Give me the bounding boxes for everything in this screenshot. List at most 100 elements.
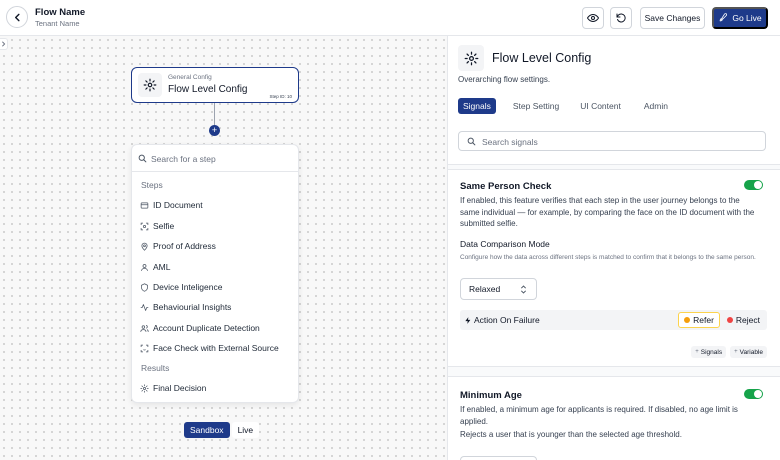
results-heading: Results	[141, 363, 170, 373]
save-changes-button[interactable]: Save Changes	[640, 7, 705, 29]
flow-name: Flow Name	[35, 7, 86, 18]
step-item-label: Behaviourial Insights	[153, 302, 232, 312]
users-icon	[139, 323, 149, 333]
action-on-failure-label-group: Action On Failure	[464, 315, 540, 325]
same-person-check-title: Same Person Check	[460, 181, 552, 192]
user-icon	[139, 262, 149, 272]
top-bar: Flow Name Tenant Name Save Changes Go Li…	[0, 0, 780, 36]
gear-icon	[143, 78, 157, 92]
id-card-icon	[139, 200, 149, 210]
action-reject-button[interactable]: Reject	[722, 312, 765, 328]
data-comparison-mode-label: Data Comparison Mode	[460, 239, 550, 249]
minimum-age-select[interactable]	[460, 456, 537, 460]
node-icon-box	[138, 73, 162, 97]
action-on-failure-row: Action On Failure Refer Reject	[460, 310, 767, 330]
search-icon	[467, 137, 476, 146]
step-item-aml[interactable]: AML	[139, 260, 294, 274]
data-comparison-mode-select[interactable]: Relaxed	[460, 278, 537, 300]
step-item-label: Device Inteligence	[153, 282, 223, 292]
shield-icon	[139, 282, 149, 292]
plus-small-icon: +	[695, 349, 699, 355]
lightning-icon	[465, 316, 471, 324]
env-live-button[interactable]: Live	[231, 422, 260, 438]
step-item-proof-of-address[interactable]: Proof of Address	[139, 239, 294, 253]
action-on-failure-label: Action On Failure	[474, 315, 540, 325]
back-button[interactable]	[6, 6, 28, 28]
variable-chip-label: Variable	[739, 348, 763, 356]
flow-canvas[interactable]: General Config Flow Level Config Step ID…	[0, 36, 447, 460]
data-comparison-mode-description: Configure how the data across different …	[460, 254, 756, 261]
variable-chip[interactable]: + Variable	[730, 346, 767, 358]
panel-title: Flow Level Config	[492, 51, 592, 65]
result-item-final-decision[interactable]: Final Decision	[139, 381, 294, 395]
panel-subtitle: Overarching flow settings.	[458, 75, 551, 84]
select-value: Relaxed	[469, 284, 501, 294]
step-item-device-intelligence[interactable]: Device Inteligence	[139, 280, 294, 294]
undo-button[interactable]	[610, 7, 632, 29]
preview-button[interactable]	[582, 7, 604, 29]
flow-title-group: Flow Name Tenant Name	[35, 7, 85, 28]
step-item-account-duplicate-detection[interactable]: Account Duplicate Detection	[139, 321, 294, 335]
plus-icon: +	[211, 125, 218, 135]
minimum-age-sub-description: Rejects a user that is younger than the …	[460, 430, 682, 439]
minimum-age-title: Minimum Age	[460, 390, 522, 401]
signals-search-input[interactable]: Search signals	[458, 131, 766, 151]
step-item-face-check-external[interactable]: Face Check with External Source	[139, 341, 294, 355]
step-item-label: Account Duplicate Detection	[153, 323, 260, 333]
plus-small-icon: +	[734, 349, 738, 355]
environment-toggle: Sandbox Live	[184, 422, 260, 438]
step-search-input[interactable]: Search for a step	[132, 145, 298, 172]
chevron-updown-icon	[520, 285, 527, 294]
step-item-label: Proof of Address	[153, 241, 216, 251]
step-item-behavioural-insights[interactable]: Behaviourial Insights	[139, 300, 294, 314]
step-item-label: AML	[153, 262, 171, 272]
gear-icon	[464, 51, 478, 65]
selfie-icon	[139, 221, 149, 231]
same-person-check-description: If enabled, this feature verifies that e…	[460, 196, 755, 228]
action-refer-button[interactable]: Refer	[678, 312, 720, 328]
node-step-id: Step ID: 10	[269, 94, 292, 99]
tab-ui-content[interactable]: UI Content	[580, 98, 621, 114]
steps-heading: Steps	[141, 180, 163, 190]
tab-admin[interactable]: Admin	[644, 98, 668, 114]
env-sandbox-button[interactable]: Sandbox	[184, 422, 230, 438]
signals-chip-label: Signals	[700, 348, 723, 356]
search-icon	[138, 154, 147, 163]
tab-step-setting[interactable]: Step Setting	[513, 98, 559, 114]
action-reject-label: Reject	[735, 315, 760, 325]
step-picker-dropdown: Search for a step Steps ID Document Self…	[131, 144, 299, 403]
node-subtitle: General Config	[168, 74, 212, 81]
sidebar-expand-button[interactable]	[0, 38, 8, 50]
back-icon	[14, 13, 20, 21]
go-live-label: Go Live	[732, 13, 762, 23]
step-item-label: Face Check with External Source	[153, 343, 279, 353]
signals-search-placeholder: Search signals	[482, 137, 538, 147]
flow-level-config-node[interactable]: General Config Flow Level Config Step ID…	[131, 67, 299, 103]
panel-icon-box	[458, 45, 484, 71]
config-panel: Flow Level Config Overarching flow setti…	[447, 36, 780, 460]
panel-header: Flow Level Config Overarching flow setti…	[448, 36, 780, 165]
tab-signals[interactable]: Signals	[458, 98, 496, 114]
undo-icon	[616, 13, 626, 23]
signals-chip[interactable]: + Signals	[691, 346, 727, 358]
location-pin-icon	[139, 241, 149, 251]
tenant-name: Tenant Name	[35, 19, 80, 28]
minimum-age-toggle[interactable]	[744, 389, 763, 399]
rocket-icon	[720, 13, 728, 22]
face-scan-icon	[139, 343, 149, 353]
node-title: Flow Level Config	[168, 84, 248, 95]
eye-icon	[587, 13, 599, 23]
step-item-selfie[interactable]: Selfie	[139, 219, 294, 233]
add-step-button[interactable]: +	[209, 125, 220, 136]
minimum-age-card: Minimum Age If enabled, a minimum age fo…	[448, 376, 780, 460]
panel-tabs: Signals Step Setting UI Content Admin	[458, 98, 668, 114]
reject-dot-icon	[726, 317, 733, 323]
same-person-check-toggle[interactable]	[744, 180, 763, 190]
minimum-age-description: If enabled, a minimum age for applicants…	[460, 405, 738, 426]
same-person-check-card: Same Person Check If enabled, this featu…	[448, 169, 780, 367]
node-connector	[214, 103, 215, 125]
step-item-id-document[interactable]: ID Document	[139, 198, 294, 212]
step-item-label: ID Document	[153, 200, 203, 210]
go-live-button[interactable]: Go Live	[712, 7, 768, 29]
action-refer-label: Refer	[693, 315, 714, 325]
